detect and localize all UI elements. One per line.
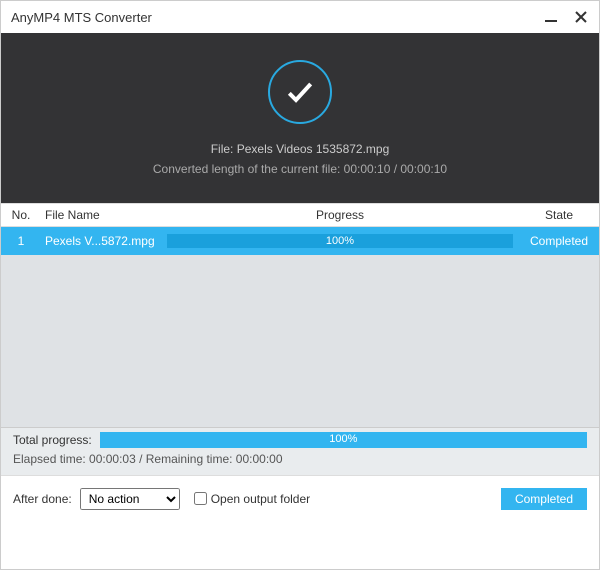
table-body: 1 Pexels V...5872.mpg 100% Completed — [1, 227, 599, 427]
after-done-select[interactable]: No action — [80, 488, 180, 510]
completed-button[interactable]: Completed — [501, 488, 587, 510]
open-output-folder-label: Open output folder — [211, 492, 310, 506]
file-table: No. File Name Progress State 1 Pexels V.… — [1, 203, 599, 427]
footer-controls: After done: No action Open output folder… — [1, 475, 599, 521]
minimize-icon[interactable] — [543, 9, 559, 25]
open-output-folder-input[interactable] — [194, 492, 207, 505]
total-progress-panel: Total progress: 100% Elapsed time: 00:00… — [1, 427, 599, 475]
checkmark-icon — [268, 60, 332, 124]
after-done-label: After done: — [13, 492, 72, 506]
current-file-label: File: Pexels Videos 1535872.mpg — [211, 142, 390, 156]
total-progress-bar: 100% — [100, 432, 587, 448]
table-row[interactable]: 1 Pexels V...5872.mpg 100% Completed — [1, 227, 599, 255]
cell-progress: 100% — [161, 234, 519, 248]
table-header: No. File Name Progress State — [1, 203, 599, 227]
header-progress: Progress — [161, 208, 519, 222]
total-progress-pct: 100% — [100, 433, 587, 445]
row-progress-label: 100% — [161, 235, 519, 247]
cell-no: 1 — [1, 234, 41, 248]
title-bar: AnyMP4 MTS Converter — [1, 1, 599, 33]
close-icon[interactable] — [573, 9, 589, 25]
cell-filename: Pexels V...5872.mpg — [41, 234, 161, 248]
hero-panel: File: Pexels Videos 1535872.mpg Converte… — [1, 33, 599, 203]
header-state: State — [519, 208, 599, 222]
converted-length-label: Converted length of the current file: 00… — [153, 162, 447, 176]
time-info: Elapsed time: 00:00:03 / Remaining time:… — [13, 452, 587, 466]
header-no: No. — [1, 208, 41, 222]
window-title: AnyMP4 MTS Converter — [11, 10, 152, 25]
open-output-folder-checkbox[interactable]: Open output folder — [194, 492, 310, 506]
total-progress-label: Total progress: — [13, 433, 92, 447]
window-controls — [543, 9, 589, 25]
cell-state: Completed — [519, 234, 599, 248]
header-filename: File Name — [41, 208, 161, 222]
